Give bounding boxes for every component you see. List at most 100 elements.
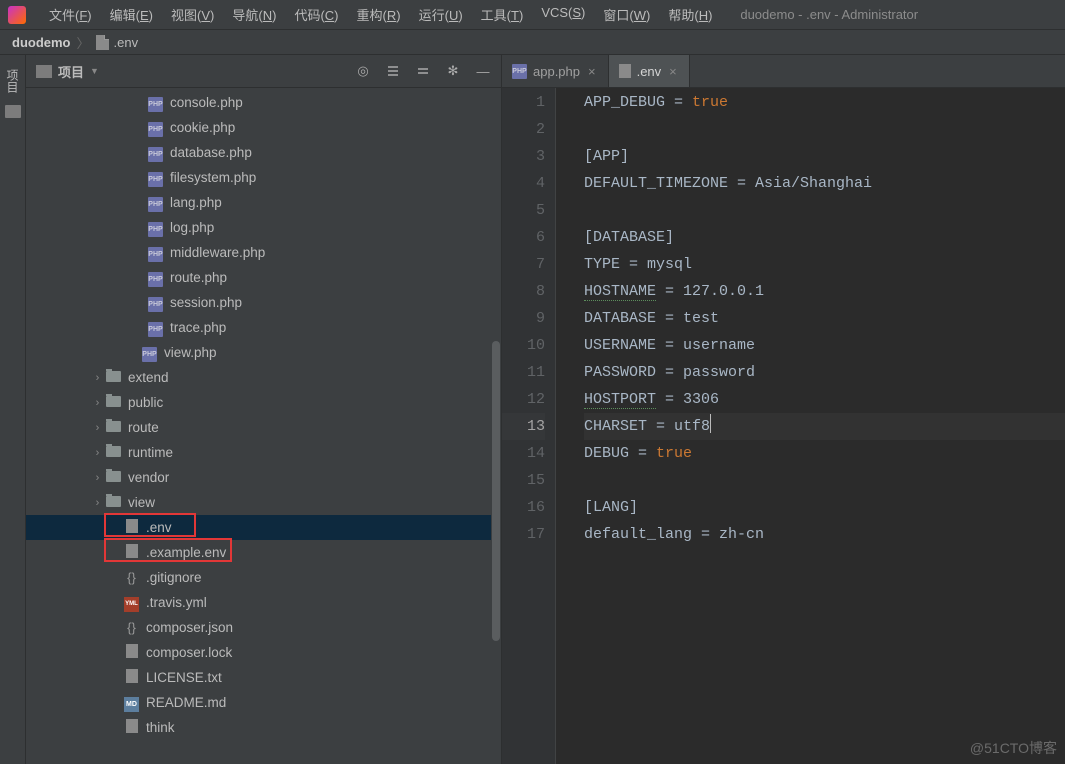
tree-label: session.php xyxy=(170,295,242,310)
chevron-right-icon[interactable]: › xyxy=(90,472,105,484)
chevron-right-icon[interactable]: › xyxy=(90,372,105,384)
breadcrumb-file[interactable]: .env xyxy=(114,35,139,50)
tree-file[interactable]: PHPfilesystem.php xyxy=(26,165,501,190)
tree-file[interactable]: {}.gitignore xyxy=(26,565,501,590)
tree-file[interactable]: PHPtrace.php xyxy=(26,315,501,340)
tree-file[interactable]: .example.env xyxy=(26,540,501,565)
scrollbar-track[interactable] xyxy=(491,88,501,764)
tree-file[interactable]: composer.lock xyxy=(26,640,501,665)
code-line[interactable]: APP_DEBUG = true xyxy=(584,89,1065,116)
code-line[interactable]: HOSTPORT = 3306 xyxy=(584,386,1065,413)
tree-file[interactable]: PHPlang.php xyxy=(26,190,501,215)
tree-file[interactable]: {}composer.json xyxy=(26,615,501,640)
target-icon[interactable]: ◎ xyxy=(355,63,371,79)
tree-label: view xyxy=(128,495,155,510)
line-number[interactable]: 4 xyxy=(502,170,545,197)
tree-file[interactable]: PHPlog.php xyxy=(26,215,501,240)
code-line[interactable]: PASSWORD = password xyxy=(584,359,1065,386)
code-line[interactable] xyxy=(584,116,1065,143)
menu-item[interactable]: 工具(T) xyxy=(472,5,533,24)
line-number[interactable]: 14 xyxy=(502,440,545,467)
php-file-icon: PHP xyxy=(148,272,163,287)
line-number[interactable]: 5 xyxy=(502,197,545,224)
tree-file[interactable]: PHPview.php xyxy=(26,340,501,365)
code-line[interactable]: [DATABASE] xyxy=(584,224,1065,251)
gear-icon[interactable]: ✻ xyxy=(445,63,461,79)
project-tree[interactable]: PHPconsole.phpPHPcookie.phpPHPdatabase.p… xyxy=(26,88,501,742)
scrollbar-thumb[interactable] xyxy=(492,341,500,641)
collapse-all-icon[interactable] xyxy=(415,63,431,79)
line-number[interactable]: 3 xyxy=(502,143,545,170)
tree-file[interactable]: PHPconsole.php xyxy=(26,90,501,115)
code-line[interactable]: CHARSET = utf8 xyxy=(584,413,1065,440)
menu-item[interactable]: 重构(R) xyxy=(348,5,410,24)
menu-item[interactable]: 运行(U) xyxy=(410,5,472,24)
line-number[interactable]: 12 xyxy=(502,386,545,413)
line-number[interactable]: 15 xyxy=(502,467,545,494)
hide-panel-icon[interactable]: — xyxy=(475,63,491,79)
editor-code[interactable]: APP_DEBUG = true [APP]DEFAULT_TIMEZONE = … xyxy=(556,88,1065,764)
editor-tab[interactable]: PHPapp.php× xyxy=(502,55,609,87)
tree-file[interactable]: YML.travis.yml xyxy=(26,590,501,615)
line-number[interactable]: 17 xyxy=(502,521,545,548)
tree-file[interactable]: think xyxy=(26,715,501,740)
line-number[interactable]: 10 xyxy=(502,332,545,359)
code-line[interactable]: default_lang = zh-cn xyxy=(584,521,1065,548)
code-line[interactable] xyxy=(584,467,1065,494)
chevron-right-icon[interactable]: › xyxy=(90,422,105,434)
tree-folder[interactable]: ›vendor xyxy=(26,465,501,490)
folder-icon[interactable] xyxy=(5,105,21,118)
line-number[interactable]: 9 xyxy=(502,305,545,332)
code-line[interactable]: DATABASE = test xyxy=(584,305,1065,332)
line-number[interactable]: 1 xyxy=(502,89,545,116)
chevron-right-icon[interactable]: › xyxy=(90,397,105,409)
editor-gutter[interactable]: 1234567891011121314151617 xyxy=(502,88,556,764)
tree-file[interactable]: PHPsession.php xyxy=(26,290,501,315)
code-line[interactable]: TYPE = mysql xyxy=(584,251,1065,278)
expand-all-icon[interactable] xyxy=(385,63,401,79)
menu-item[interactable]: 文件(F) xyxy=(40,5,101,24)
close-icon[interactable]: × xyxy=(586,64,598,79)
line-number[interactable]: 16 xyxy=(502,494,545,521)
menu-item[interactable]: 代码(C) xyxy=(285,5,347,24)
line-number[interactable]: 8 xyxy=(502,278,545,305)
tree-file[interactable]: MDREADME.md xyxy=(26,690,501,715)
code-line[interactable]: DEBUG = true xyxy=(584,440,1065,467)
tree-folder[interactable]: › view xyxy=(26,490,501,515)
menu-item[interactable]: 导航(N) xyxy=(223,5,285,24)
chevron-down-icon[interactable]: ▼ xyxy=(90,66,99,76)
tree-file[interactable]: PHPmiddleware.php xyxy=(26,240,501,265)
code-line[interactable]: DEFAULT_TIMEZONE = Asia/Shanghai xyxy=(584,170,1065,197)
tree-file[interactable]: PHPdatabase.php xyxy=(26,140,501,165)
breadcrumb-project[interactable]: duodemo xyxy=(12,35,71,50)
tree-file[interactable]: PHPcookie.php xyxy=(26,115,501,140)
tree-file[interactable]: .env xyxy=(26,515,501,540)
code-line[interactable] xyxy=(584,197,1065,224)
menu-item[interactable]: 窗口(W) xyxy=(594,5,659,24)
code-line[interactable]: HOSTNAME = 127.0.0.1 xyxy=(584,278,1065,305)
project-tool-button[interactable]: 项目 xyxy=(4,65,21,97)
code-line[interactable]: [LANG] xyxy=(584,494,1065,521)
tree-folder[interactable]: ›runtime xyxy=(26,440,501,465)
php-file-icon: PHP xyxy=(142,347,157,362)
code-line[interactable]: [APP] xyxy=(584,143,1065,170)
line-number[interactable]: 13 xyxy=(502,413,545,440)
menu-item[interactable]: 帮助(H) xyxy=(659,5,721,24)
line-number[interactable]: 6 xyxy=(502,224,545,251)
line-number[interactable]: 2 xyxy=(502,116,545,143)
tree-file[interactable]: LICENSE.txt xyxy=(26,665,501,690)
tree-folder[interactable]: ›route xyxy=(26,415,501,440)
menu-item[interactable]: VCS(S) xyxy=(532,5,594,24)
tree-folder[interactable]: ›public xyxy=(26,390,501,415)
line-number[interactable]: 11 xyxy=(502,359,545,386)
menu-item[interactable]: 编辑(E) xyxy=(101,5,162,24)
close-icon[interactable]: × xyxy=(667,64,679,79)
chevron-right-icon[interactable]: › xyxy=(90,447,105,459)
line-number[interactable]: 7 xyxy=(502,251,545,278)
code-line[interactable]: USERNAME = username xyxy=(584,332,1065,359)
editor-tab[interactable]: .env× xyxy=(609,55,690,87)
tree-folder[interactable]: ›extend xyxy=(26,365,501,390)
tree-file[interactable]: PHProute.php xyxy=(26,265,501,290)
menu-item[interactable]: 视图(V) xyxy=(162,5,223,24)
chevron-right-icon[interactable]: › xyxy=(90,497,105,509)
